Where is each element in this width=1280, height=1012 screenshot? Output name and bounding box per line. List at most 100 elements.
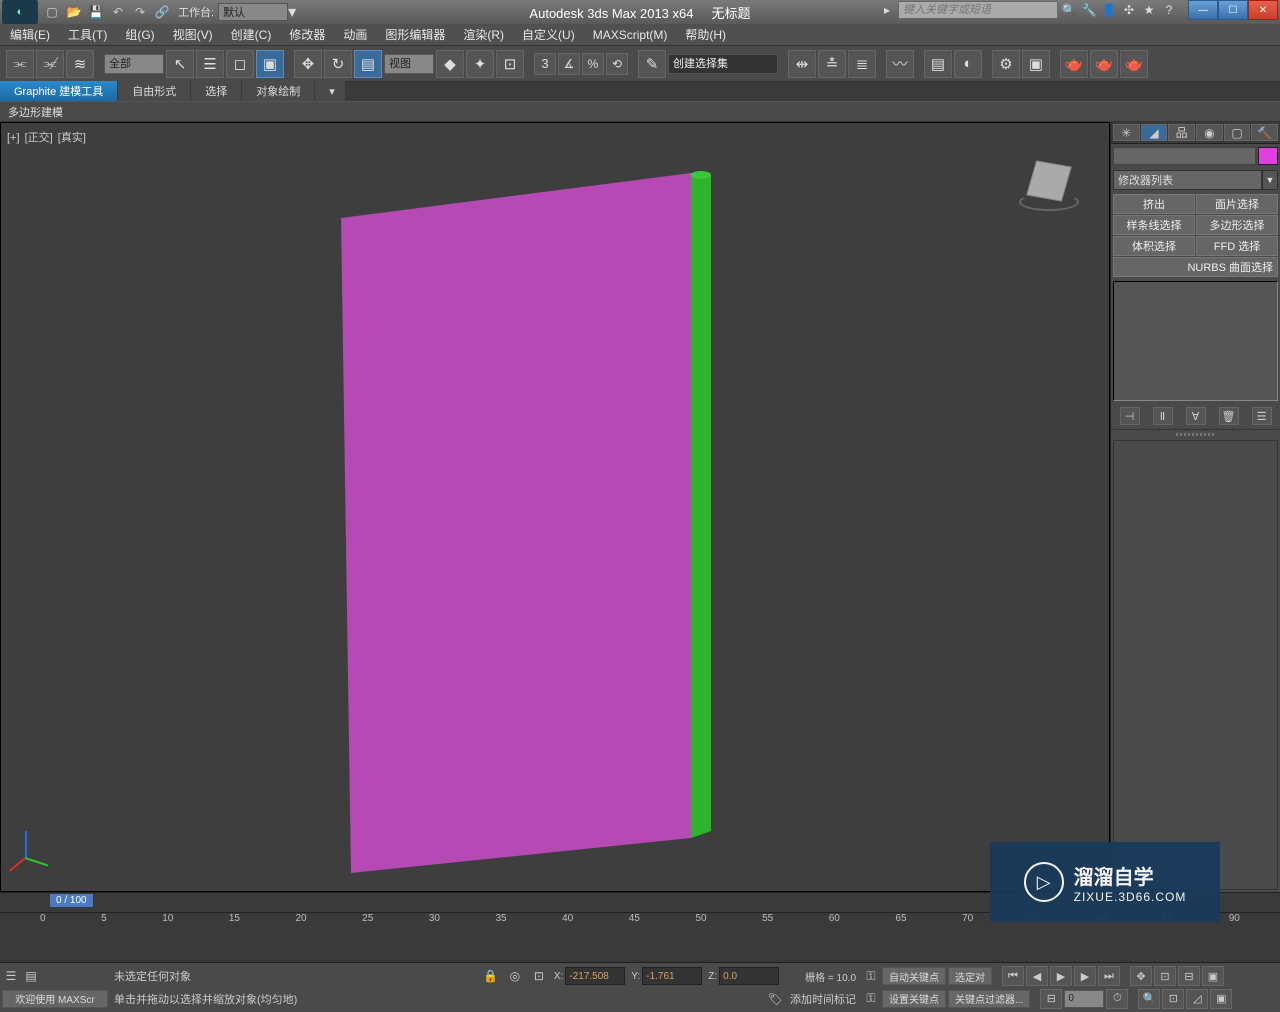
- window-crossing-button[interactable]: ▣: [256, 50, 284, 78]
- fov-button[interactable]: ◿: [1186, 989, 1208, 1009]
- ribbon-tab-graphite[interactable]: Graphite 建模工具: [0, 81, 117, 101]
- setkey-icon[interactable]: ⚿: [862, 990, 880, 1008]
- signin-icon[interactable]: 👤: [1100, 1, 1118, 19]
- menu-views[interactable]: 视图(V): [173, 26, 213, 43]
- minimize-button[interactable]: —: [1188, 0, 1218, 20]
- viewport-shading-name[interactable]: [真实]: [58, 132, 86, 144]
- auto-key-button[interactable]: 自动关键点: [882, 967, 946, 985]
- object-name-input[interactable]: [1113, 147, 1256, 165]
- render-setup-button[interactable]: ⚙: [992, 50, 1020, 78]
- modifier-stack[interactable]: [1113, 281, 1278, 401]
- selected-sub-button[interactable]: 选定对: [948, 967, 992, 985]
- selection-filter-dropdown[interactable]: 全部: [104, 54, 164, 74]
- cmd-tab-utilities[interactable]: 🔨: [1251, 124, 1278, 141]
- zoom-button[interactable]: 🔍: [1138, 989, 1160, 1009]
- play-button[interactable]: ▶: [1050, 966, 1072, 986]
- rollout-area[interactable]: [1113, 440, 1278, 890]
- bind-button[interactable]: ≋: [66, 50, 94, 78]
- btn-extrude[interactable]: 挤出: [1113, 194, 1195, 214]
- viewcube-ring[interactable]: [1019, 193, 1079, 211]
- curve-editor-button[interactable]: 〰: [886, 50, 914, 78]
- render-button[interactable]: 🫖: [1060, 50, 1088, 78]
- refcoord-dropdown[interactable]: 视图: [384, 54, 434, 74]
- next-frame-button[interactable]: ▶: [1074, 966, 1096, 986]
- key-filters-button[interactable]: 关键点过滤器...: [948, 990, 1030, 1008]
- ribbon-panel-label[interactable]: 多边形建模: [8, 104, 63, 120]
- add-time-tag[interactable]: 添加时间标记: [790, 991, 856, 1007]
- btn-spline-select[interactable]: 样条线选择: [1113, 215, 1195, 235]
- time-tag-icon[interactable]: 🏷: [766, 990, 784, 1008]
- ribbon-tab-paint[interactable]: 对象绘制: [242, 81, 314, 101]
- keymode-button[interactable]: ⊡: [496, 50, 524, 78]
- select-name-button[interactable]: ☰: [196, 50, 224, 78]
- cmd-tab-modify[interactable]: ◢: [1141, 124, 1168, 141]
- menu-help[interactable]: 帮助(H): [685, 26, 726, 43]
- manip-button[interactable]: ✦: [466, 50, 494, 78]
- cmd-tab-display[interactable]: ▢: [1224, 124, 1251, 141]
- chevron-down-icon[interactable]: ▼: [1262, 170, 1278, 190]
- wrench-icon[interactable]: 🔧: [1080, 1, 1098, 19]
- scale-button[interactable]: ▤: [354, 50, 382, 78]
- prev-frame-button[interactable]: ◀: [1026, 966, 1048, 986]
- script-icon[interactable]: ☰: [2, 967, 20, 985]
- rect-select-button[interactable]: ◻: [226, 50, 254, 78]
- maxscript-mini-listener[interactable]: 欢迎使用 MAXScr: [2, 990, 108, 1008]
- new-icon[interactable]: ▢: [42, 3, 62, 21]
- listener-icon[interactable]: ▤: [22, 967, 40, 985]
- viewport-max-toggle[interactable]: [+]: [7, 132, 20, 144]
- current-frame-input[interactable]: [1064, 990, 1104, 1008]
- cmd-tab-hierarchy[interactable]: 品: [1168, 124, 1195, 141]
- rollout-divider[interactable]: [1111, 430, 1280, 438]
- nav-button-b[interactable]: ⊡: [1154, 966, 1176, 986]
- menu-customize[interactable]: 自定义(U): [522, 26, 575, 43]
- menu-group[interactable]: 组(G): [125, 26, 154, 43]
- key-mode-toggle[interactable]: ⊟: [1040, 989, 1062, 1009]
- angle-snap-button[interactable]: ∡: [558, 53, 580, 75]
- render-prod-button[interactable]: 🫖: [1120, 50, 1148, 78]
- move-button[interactable]: ✥: [294, 50, 322, 78]
- app-icon[interactable]: ◐: [2, 0, 38, 24]
- unlink-button[interactable]: ⫘̸: [36, 50, 64, 78]
- search-icon[interactable]: 🔍: [1060, 1, 1078, 19]
- cylinder-object[interactable]: [691, 173, 711, 838]
- menu-render[interactable]: 渲染(R): [463, 26, 504, 43]
- btn-face-select[interactable]: 面片选择: [1196, 194, 1278, 214]
- snap-3-button[interactable]: 3: [534, 53, 556, 75]
- percent-snap-button[interactable]: %: [582, 53, 604, 75]
- favorite-icon[interactable]: ★: [1140, 1, 1158, 19]
- render-frame-button[interactable]: ▣: [1022, 50, 1050, 78]
- modifier-list-dropdown[interactable]: 修改器列表: [1113, 170, 1262, 190]
- cmd-tab-create[interactable]: ✳: [1113, 124, 1140, 141]
- rotate-button[interactable]: ↻: [324, 50, 352, 78]
- pivot-button[interactable]: ◆: [436, 50, 464, 78]
- goto-start-button[interactable]: ⏮: [1002, 966, 1024, 986]
- close-button[interactable]: ✕: [1248, 0, 1278, 20]
- frame-indicator[interactable]: 0 / 100: [50, 894, 93, 907]
- btn-poly-select[interactable]: 多边形选择: [1196, 215, 1278, 235]
- object-color-swatch[interactable]: [1258, 147, 1278, 165]
- layers-button[interactable]: ≣: [848, 50, 876, 78]
- menu-create[interactable]: 创建(C): [231, 26, 272, 43]
- schematic-button[interactable]: ▤: [924, 50, 952, 78]
- pin-stack-button[interactable]: ⊣: [1120, 407, 1140, 425]
- lock-selection-icon[interactable]: 🔒: [482, 967, 500, 985]
- ribbon-tab-selection[interactable]: 选择: [191, 81, 241, 101]
- maximize-button[interactable]: ☐: [1218, 0, 1248, 20]
- ribbon-expand-button[interactable]: ▾: [315, 81, 345, 101]
- chevron-down-icon[interactable]: ▾: [288, 2, 296, 22]
- menu-edit[interactable]: 编辑(E): [10, 26, 50, 43]
- menu-graph[interactable]: 图形编辑器: [385, 26, 445, 43]
- transform-type-in-icon[interactable]: ⊡: [530, 967, 548, 985]
- undo-icon[interactable]: ↶: [108, 3, 128, 21]
- help-icon[interactable]: ?: [1160, 1, 1178, 19]
- workspace-dropdown[interactable]: 默认: [218, 3, 288, 21]
- menu-anim[interactable]: 动画: [343, 26, 367, 43]
- material-editor-button[interactable]: ◐: [954, 50, 982, 78]
- viewport-label[interactable]: [+] [正交] [真实]: [7, 129, 88, 145]
- z-input[interactable]: 0.0: [719, 967, 779, 985]
- btn-ffd-select[interactable]: FFD 选择: [1196, 236, 1278, 256]
- viewport-view-name[interactable]: [正交]: [25, 132, 53, 144]
- set-key-button[interactable]: 设置关键点: [882, 990, 946, 1008]
- render-iterative-button[interactable]: 🫖: [1090, 50, 1118, 78]
- key-icon[interactable]: ⚿: [862, 967, 880, 985]
